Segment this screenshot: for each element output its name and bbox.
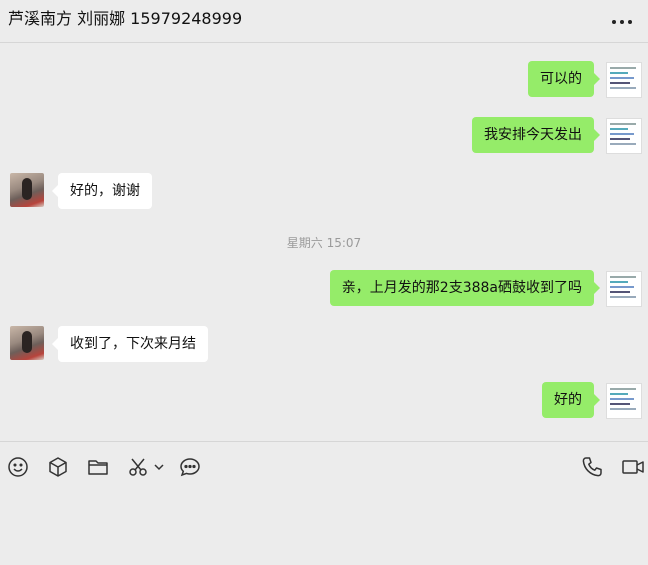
chat-title: 芦溪南方 刘丽娜 15979248999 (8, 9, 243, 28)
message-bubble-outgoing[interactable]: 我安排今天发出 (472, 117, 600, 153)
message-row-outgoing: 可以的 (0, 61, 648, 98)
my-avatar[interactable] (606, 271, 642, 307)
time-divider: 星期六 15:07 (286, 236, 362, 250)
contact-avatar[interactable] (10, 173, 44, 207)
message-bubble-outgoing[interactable]: 可以的 (528, 61, 600, 97)
chat-header: 芦溪南方 刘丽娜 15979248999 (0, 0, 648, 43)
video-call-icon[interactable] (621, 456, 645, 478)
my-avatar[interactable] (606, 383, 642, 419)
message-row-incoming: 收到了，下次来月结 (0, 326, 648, 362)
message-bubble-outgoing[interactable]: 亲，上月发的那2支388a硒鼓收到了吗 (329, 270, 601, 306)
emoji-icon[interactable] (7, 456, 29, 478)
message-bubble-incoming[interactable]: 收到了，下次来月结 (52, 326, 208, 362)
message-list[interactable]: 可以的 我安排今天发出 好的，谢谢 星期六 15:07 亲，上月发的那2支388… (0, 43, 648, 440)
chat-bubble-icon[interactable] (179, 456, 201, 478)
cube-icon[interactable] (47, 456, 69, 478)
scissors-icon[interactable] (127, 456, 149, 478)
input-toolbar (0, 441, 648, 565)
message-bubble-outgoing[interactable]: 好的 (542, 382, 600, 418)
phone-icon[interactable] (581, 456, 603, 478)
message-row-outgoing: 亲，上月发的那2支388a硒鼓收到了吗 (0, 270, 648, 307)
folder-icon[interactable] (87, 456, 109, 478)
my-avatar[interactable] (606, 118, 642, 154)
message-row-outgoing: 好的 (0, 382, 648, 419)
contact-avatar[interactable] (10, 326, 44, 360)
message-row-outgoing: 我安排今天发出 (0, 117, 648, 154)
more-icon[interactable] (612, 20, 632, 24)
message-bubble-incoming[interactable]: 好的，谢谢 (52, 173, 152, 209)
message-row-incoming: 好的，谢谢 (0, 173, 648, 209)
my-avatar[interactable] (606, 62, 642, 98)
chevron-down-icon[interactable] (152, 456, 166, 478)
